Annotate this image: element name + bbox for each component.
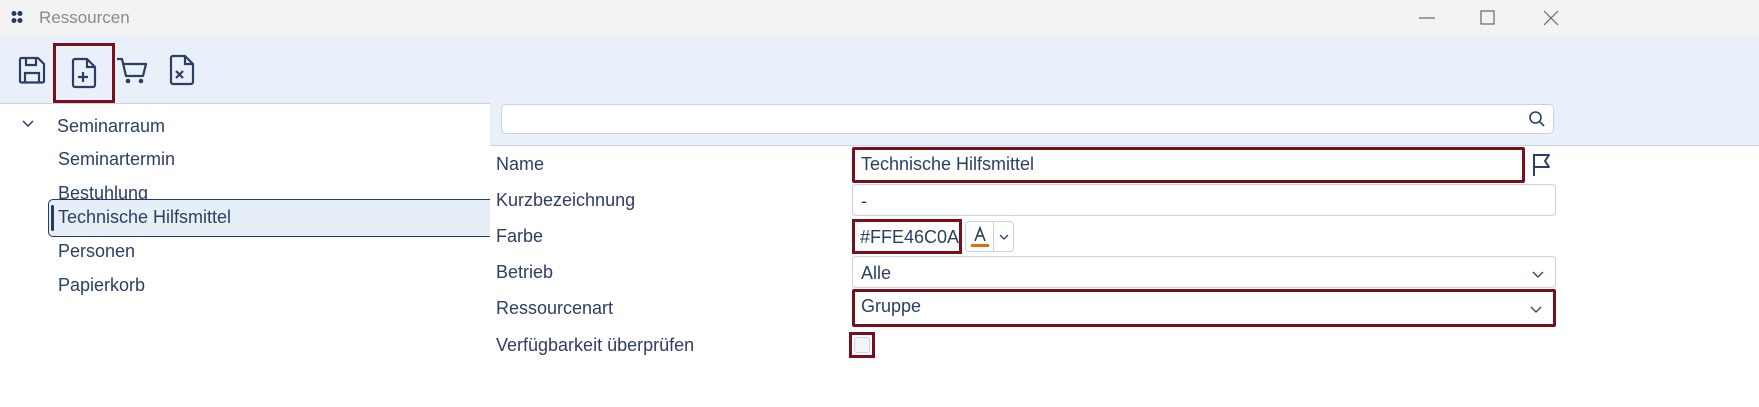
save-icon bbox=[18, 56, 46, 84]
cart-icon bbox=[117, 57, 148, 84]
maximize-icon[interactable] bbox=[1476, 6, 1500, 30]
app-icon bbox=[11, 11, 23, 23]
kurzbezeichnung-label: Kurzbezeichnung bbox=[496, 190, 636, 210]
tree-item-personen[interactable]: Personen bbox=[58, 241, 135, 262]
chevron-down-icon[interactable] bbox=[20, 118, 36, 130]
verfuegbarkeit-checkbox[interactable] bbox=[849, 332, 875, 358]
delete-document-icon bbox=[169, 54, 195, 86]
search-icon[interactable] bbox=[1528, 110, 1546, 128]
tree-item-seminarraum[interactable]: Seminarraum bbox=[57, 116, 165, 137]
betrieb-label: Betrieb bbox=[496, 262, 554, 282]
form-area: Name Technische Hilfsmittel Kurzbezeichn… bbox=[490, 92, 1759, 407]
ressourcenart-select[interactable]: Gruppe bbox=[852, 289, 1556, 327]
minimize-icon[interactable] bbox=[1415, 6, 1439, 30]
farbe-label: Farbe bbox=[496, 226, 544, 246]
window-title: Ressourcen bbox=[39, 8, 130, 27]
color-picker-button[interactable] bbox=[965, 221, 994, 252]
chevron-down-icon bbox=[999, 234, 1009, 240]
farbe-field[interactable]: #FFE46C0A bbox=[852, 219, 962, 254]
name-label: Name bbox=[496, 154, 545, 174]
chevron-down-icon bbox=[1530, 306, 1542, 313]
title-bar: Ressourcen bbox=[0, 0, 1759, 36]
new-document-icon bbox=[71, 57, 97, 89]
tree-item-papierkorb[interactable]: Papierkorb bbox=[58, 275, 145, 296]
delete-button[interactable] bbox=[156, 42, 208, 98]
color-dropdown-button[interactable] bbox=[993, 221, 1014, 252]
close-icon[interactable] bbox=[1539, 6, 1563, 30]
flag-icon[interactable] bbox=[1531, 152, 1553, 178]
save-button[interactable] bbox=[6, 42, 58, 98]
search-input[interactable] bbox=[501, 104, 1554, 134]
search-strip bbox=[490, 92, 1759, 146]
betrieb-select[interactable]: Alle bbox=[852, 256, 1556, 288]
chevron-down-icon bbox=[1532, 271, 1544, 278]
kurzbezeichnung-field[interactable]: - bbox=[852, 184, 1556, 216]
tree-item-technische-hilfsmittel[interactable]: Technische Hilfsmittel bbox=[58, 207, 231, 228]
cart-button[interactable] bbox=[106, 42, 158, 98]
verfuegbarkeit-label: Verfügbarkeit überprüfen bbox=[496, 335, 695, 355]
name-field[interactable]: Technische Hilfsmittel bbox=[852, 147, 1525, 183]
tree-item-seminartermin[interactable]: Seminartermin bbox=[58, 149, 175, 170]
text-color-icon bbox=[971, 225, 989, 247]
resource-tree: Seminarraum Seminartermin Bestuhlung Tec… bbox=[0, 104, 546, 407]
ressourcenart-label: Ressourcenart bbox=[496, 298, 614, 318]
